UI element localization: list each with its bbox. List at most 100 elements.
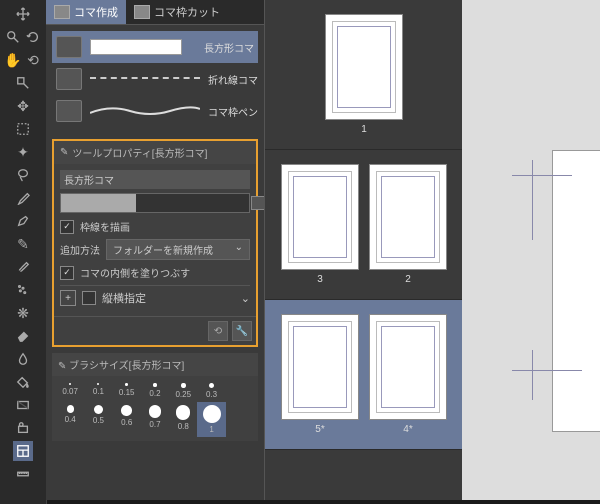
brush-size-cell[interactable]: 0.07 — [56, 380, 84, 402]
brush-dot — [94, 405, 103, 414]
brush-dot — [209, 383, 214, 388]
frame-icon — [56, 36, 82, 58]
brush-size-cell[interactable]: 0.4 — [56, 402, 84, 437]
gradient-tool-icon[interactable] — [13, 395, 33, 415]
frame-tool-icon[interactable] — [13, 441, 33, 461]
aspect-label: 縦横指定 — [102, 290, 146, 306]
brush-dot — [97, 383, 99, 385]
thumb-group-1[interactable]: 1 — [265, 0, 463, 150]
brush-size-cell[interactable]: 0.3 — [197, 380, 225, 402]
brush-size-label: 0.15 — [119, 388, 135, 397]
brush-size-panel: ✎ ブラシサイズ[長方形コマ] 0.07 0.1 0.15 0.2 0.25 0.3 0.4… — [52, 353, 258, 441]
fill-inside-label: コマの内側を塗りつぶす — [80, 265, 190, 280]
brush-size-cell[interactable]: 0.1 — [84, 380, 112, 402]
thumb-group-2[interactable]: 32 — [265, 150, 463, 300]
hand-tool-icon[interactable]: ✋ — [4, 50, 22, 70]
airbrush-tool-icon[interactable] — [13, 280, 33, 300]
thumb-group-3[interactable]: 5*4* — [265, 300, 463, 450]
brush-icon: ✎ — [58, 361, 66, 372]
brush-size-label: 0.5 — [93, 416, 104, 425]
brush-size-cell[interactable]: 0.7 — [141, 402, 169, 437]
page-thumb[interactable] — [369, 164, 447, 270]
brush-size-label: 0.7 — [149, 420, 160, 429]
subtool-rect-frame[interactable]: 長方形コマ — [52, 31, 258, 63]
page-thumb[interactable] — [369, 314, 447, 420]
fill-tool-icon[interactable] — [13, 372, 33, 392]
brush-icon: ✎ — [60, 147, 68, 158]
panel-header: ✎ ブラシサイズ[長方形コマ] — [52, 353, 258, 376]
blend-tool-icon[interactable] — [13, 349, 33, 369]
page-thumb[interactable] — [281, 164, 359, 270]
marquee-tool-icon[interactable] — [13, 119, 33, 139]
rotate-tool-icon[interactable] — [24, 27, 42, 47]
brush-grid: 0.07 0.1 0.15 0.2 0.25 0.3 0.4 0.5 0.6 0.7 0.81 — [52, 376, 258, 441]
brush-size-cell[interactable]: 0.15 — [113, 380, 141, 402]
rotate-view-icon[interactable]: ⟲ — [24, 50, 42, 70]
canvas-guide — [512, 175, 572, 176]
chevron-down-icon: ⌄ — [235, 242, 243, 257]
operation-tool-icon[interactable] — [13, 73, 33, 93]
page-thumb[interactable] — [281, 314, 359, 420]
brush-tool-icon[interactable] — [13, 257, 33, 277]
tab-frame-cut[interactable]: コマ枠カット — [126, 0, 228, 24]
eyedropper-icon[interactable] — [13, 188, 33, 208]
frame-icon — [56, 100, 82, 122]
subtool-polyline-frame[interactable]: 折れ線コマ — [52, 63, 258, 95]
brush-dot — [203, 405, 221, 423]
brush-size-cell[interactable]: 0.8 — [169, 402, 197, 437]
brush-size-label: 0.4 — [65, 415, 76, 424]
brush-dot — [69, 383, 71, 385]
brush-size-label: 0.25 — [175, 390, 191, 399]
zoom-tool-icon[interactable] — [4, 27, 22, 47]
decoration-tool-icon[interactable]: ❋ — [13, 303, 33, 323]
wrench-icon[interactable]: 🔧 — [232, 321, 252, 341]
brush-size-label: 0.2 — [149, 389, 160, 398]
add-method-label: 追加方法 — [60, 242, 100, 257]
panel-header: ✎ツールプロパティ[長方形コマ] — [54, 141, 256, 164]
figure-tool-icon[interactable] — [13, 418, 33, 438]
tool-property-panel: ✎ツールプロパティ[長方形コマ] 長方形コマ ✓枠線を描画 追加方法フォルダーを… — [52, 139, 258, 347]
move-tool-icon[interactable] — [13, 4, 33, 24]
brush-size-cell[interactable]: 0.5 — [84, 402, 112, 437]
canvas-guide — [532, 160, 533, 240]
fill-inside-checkbox[interactable]: ✓ — [60, 266, 74, 280]
canvas-page — [552, 150, 600, 432]
lasso-tool-icon[interactable] — [13, 165, 33, 185]
pen-tool-icon[interactable] — [13, 211, 33, 231]
frame-icon — [54, 5, 70, 19]
reset-icon[interactable]: ⟲ — [208, 321, 228, 341]
cut-icon — [134, 5, 150, 19]
expand-button[interactable]: + — [60, 290, 76, 306]
brush-size-label: 0.3 — [206, 390, 217, 399]
ruler-tool-icon[interactable] — [13, 464, 33, 484]
layer-move-icon[interactable]: ✥ — [13, 96, 33, 116]
pencil-tool-icon[interactable]: ✎ — [13, 234, 33, 254]
brush-size-cell[interactable]: 0.2 — [141, 380, 169, 402]
tab-label: コマ枠カット — [154, 4, 220, 20]
brush-dot — [121, 405, 132, 416]
brush-size-cell[interactable]: 1 — [197, 402, 225, 437]
brush-size-cell[interactable]: 0.25 — [169, 380, 197, 402]
rect-preview — [90, 39, 182, 55]
tab-frame-create[interactable]: コマ作成 — [46, 0, 126, 24]
canvas-guide — [512, 370, 582, 371]
brush-dot — [125, 383, 128, 386]
brush-size-slider[interactable] — [60, 193, 250, 213]
wand-tool-icon[interactable]: ✦ — [13, 142, 33, 162]
tab-label: コマ作成 — [74, 4, 118, 20]
brush-size-label: 0.1 — [93, 387, 104, 396]
page-thumbnails-panel: 1 32 5*4* — [264, 0, 464, 500]
brush-size-cell[interactable]: 0.6 — [113, 402, 141, 437]
page-thumb[interactable] — [325, 14, 403, 120]
brush-size-label: 0.6 — [121, 418, 132, 427]
canvas-area[interactable] — [462, 0, 600, 500]
draw-border-checkbox[interactable]: ✓ — [60, 220, 74, 234]
wave-preview — [90, 105, 200, 117]
eraser-tool-icon[interactable] — [13, 326, 33, 346]
chevron-down-icon[interactable]: ⌄ — [241, 292, 250, 305]
add-method-dropdown[interactable]: フォルダーを新規作成⌄ — [106, 239, 250, 260]
brush-dot — [149, 405, 162, 418]
aspect-checkbox[interactable] — [82, 291, 96, 305]
canvas-guide — [532, 350, 533, 400]
subtool-frame-pen[interactable]: コマ枠ペン — [52, 95, 258, 127]
